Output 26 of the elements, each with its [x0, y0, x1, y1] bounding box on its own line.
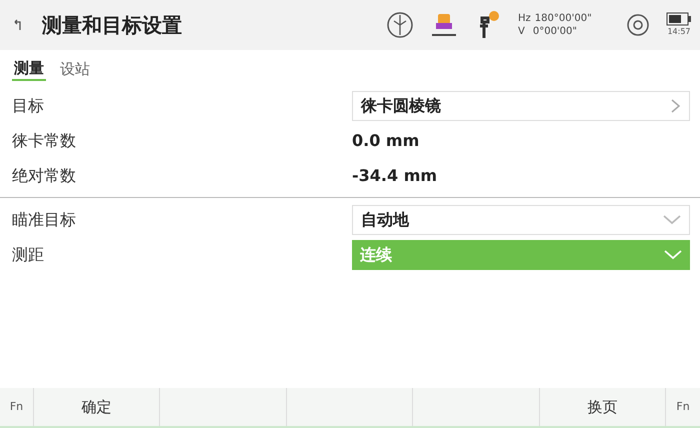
- field-label: 徕卡常数: [12, 130, 77, 152]
- target-selector[interactable]: 徕卡圆棱镜: [352, 90, 690, 120]
- chevron-down-icon: [663, 214, 681, 224]
- fn-key[interactable]: Fn: [666, 388, 700, 426]
- chevron-right-icon: [670, 98, 681, 114]
- window-title: 测量和目标设置: [42, 12, 182, 39]
- hz-reading: 180°00'00": [534, 12, 592, 25]
- battery-icon: [666, 12, 692, 26]
- v-reading: 0°00'00": [532, 25, 578, 38]
- field-label: 测距: [12, 244, 45, 266]
- field-value: 0.0 mm: [352, 130, 420, 152]
- field-label: 目标: [12, 94, 45, 116]
- field-value: -34.4 mm: [352, 164, 438, 186]
- prism-icon[interactable]: [430, 11, 458, 39]
- dropdown-field[interactable]: 自动地: [352, 204, 690, 234]
- chevron-down-icon: [664, 250, 682, 260]
- softkey-button[interactable]: 换页: [540, 388, 666, 426]
- hz-label: Hz: [518, 12, 531, 25]
- field-label: 瞄准目标: [12, 208, 77, 230]
- v-label: V: [518, 25, 525, 38]
- field-label: 绝对常数: [12, 164, 77, 186]
- tab[interactable]: 测量: [12, 56, 46, 82]
- tab[interactable]: 设站: [58, 58, 92, 80]
- softkey-button[interactable]: 确定: [34, 388, 160, 426]
- clock-time: 14:57: [667, 26, 691, 38]
- fn-key[interactable]: Fn: [0, 388, 34, 426]
